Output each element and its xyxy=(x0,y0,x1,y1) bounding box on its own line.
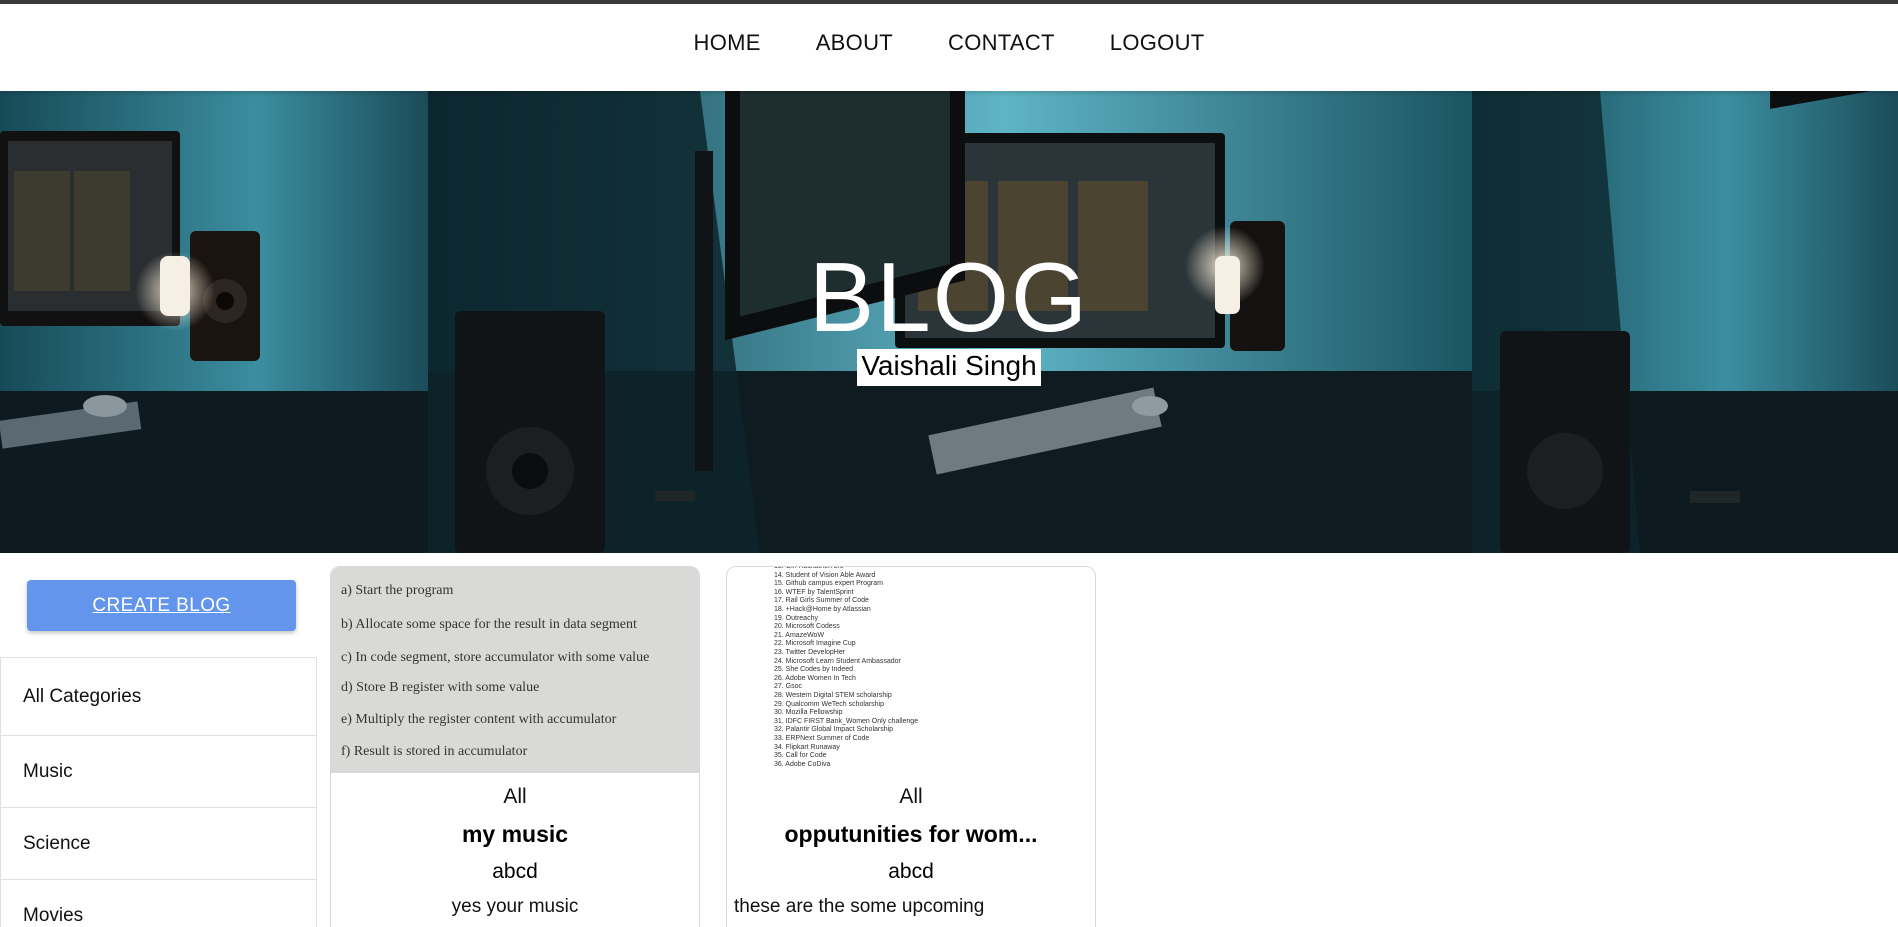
image-text-line: 15. Github campus expert Program xyxy=(774,580,883,588)
banner-title: BLOG xyxy=(808,242,1090,352)
nav-home-link[interactable]: HOME xyxy=(694,30,761,66)
banner-subtitle: Vaishali Singh xyxy=(857,349,1041,387)
image-text-line: d) Store B register with some value xyxy=(341,680,540,695)
image-text-line: a) Start the program xyxy=(341,583,454,598)
category-movies[interactable]: Movies xyxy=(1,880,316,927)
image-text-line: 29. Qualcomm WeTech scholarship xyxy=(774,700,884,708)
image-text-line: e) Multiply the register content with ac… xyxy=(341,712,617,727)
category-music[interactable]: Music xyxy=(1,736,316,808)
image-text-line: b) Allocate some space for the result in… xyxy=(341,617,637,632)
nav-logout-link[interactable]: LOGOUT xyxy=(1110,30,1205,66)
image-text-line: 35. Call for Code xyxy=(774,752,827,760)
nav-contact-link[interactable]: CONTACT xyxy=(948,30,1055,66)
post-description: these are the some upcoming xyxy=(734,896,985,917)
create-blog-button[interactable]: CREATE BLOG xyxy=(27,580,296,631)
post-title: my music xyxy=(461,821,569,847)
category-all[interactable]: All Categories xyxy=(1,658,316,736)
image-text-line: 23. Twitter DevelopHer xyxy=(774,649,846,656)
post-author: abcd xyxy=(492,860,538,883)
image-text-line: 33. ERPNext Summer of Code xyxy=(774,735,870,742)
category-list: All Categories Music Science Movies xyxy=(0,657,317,927)
post-description: yes your music xyxy=(451,896,579,917)
image-text-line: 30. Mozilla Fellowship xyxy=(774,709,843,717)
hero-banner: BLOG Vaishali Singh xyxy=(0,91,1898,553)
image-text-line: 32. Palantir Global Impact Scholarship xyxy=(774,726,894,734)
image-text-line: 21. AmazeWoW xyxy=(774,631,825,639)
image-text-line: 17. Rail Girls Summer of Code xyxy=(774,597,869,605)
image-text-line: f) Result is stored in accumulator xyxy=(341,744,528,759)
post-card-opportunities[interactable]: 13. Girl Hackathon 2.014. Student of Vis… xyxy=(726,566,1096,927)
post-author: abcd xyxy=(888,860,934,883)
image-text-line: 27. Gsoc xyxy=(774,683,803,691)
image-text-line: 24. Microsoft Learn Student Ambassador xyxy=(774,657,901,665)
image-text-line: 18. +Hack@Home by Atlassian xyxy=(774,606,871,613)
image-text-line: 28. Western Digital STEM scholarship xyxy=(774,692,892,699)
image-text-line: 19. Outreachy xyxy=(774,614,818,622)
image-text-line: 14. Student of Vision Able Award xyxy=(774,571,876,579)
image-text-line: 22. Microsoft Imagine Cup xyxy=(774,640,856,648)
post-category: All xyxy=(503,785,527,808)
image-text-line: 16. WTEF by TalentSprint xyxy=(774,588,854,596)
image-text-line: c) In code segment, store accumulator wi… xyxy=(341,650,650,665)
post-card-my-music[interactable]: a) Start the program b) Allocate some sp… xyxy=(330,566,700,927)
image-text-line: 36. Adobe CoDiva xyxy=(774,760,831,768)
nav-about-link[interactable]: ABOUT xyxy=(816,30,893,66)
image-text-line: 34. Flipkart Runaway xyxy=(774,743,840,751)
top-navbar: HOME ABOUT CONTACT LOGOUT xyxy=(0,4,1898,91)
post-category: All xyxy=(899,785,923,808)
post-image-notes: a) Start the program b) Allocate some sp… xyxy=(331,567,699,773)
image-text-line: 26. Adobe Women In Tech xyxy=(774,674,856,682)
post-title: opputunities for wom... xyxy=(784,821,1038,847)
image-text-line: 31. IDFC FIRST Bank_Women Only challenge xyxy=(774,717,919,725)
image-text-line: 25. She Codes by Indeed xyxy=(774,666,854,674)
post-image-list: 13. Girl Hackathon 2.014. Student of Vis… xyxy=(727,567,1095,773)
category-science[interactable]: Science xyxy=(1,808,316,880)
image-text-line: 20. Microsoft Codess xyxy=(774,623,840,631)
